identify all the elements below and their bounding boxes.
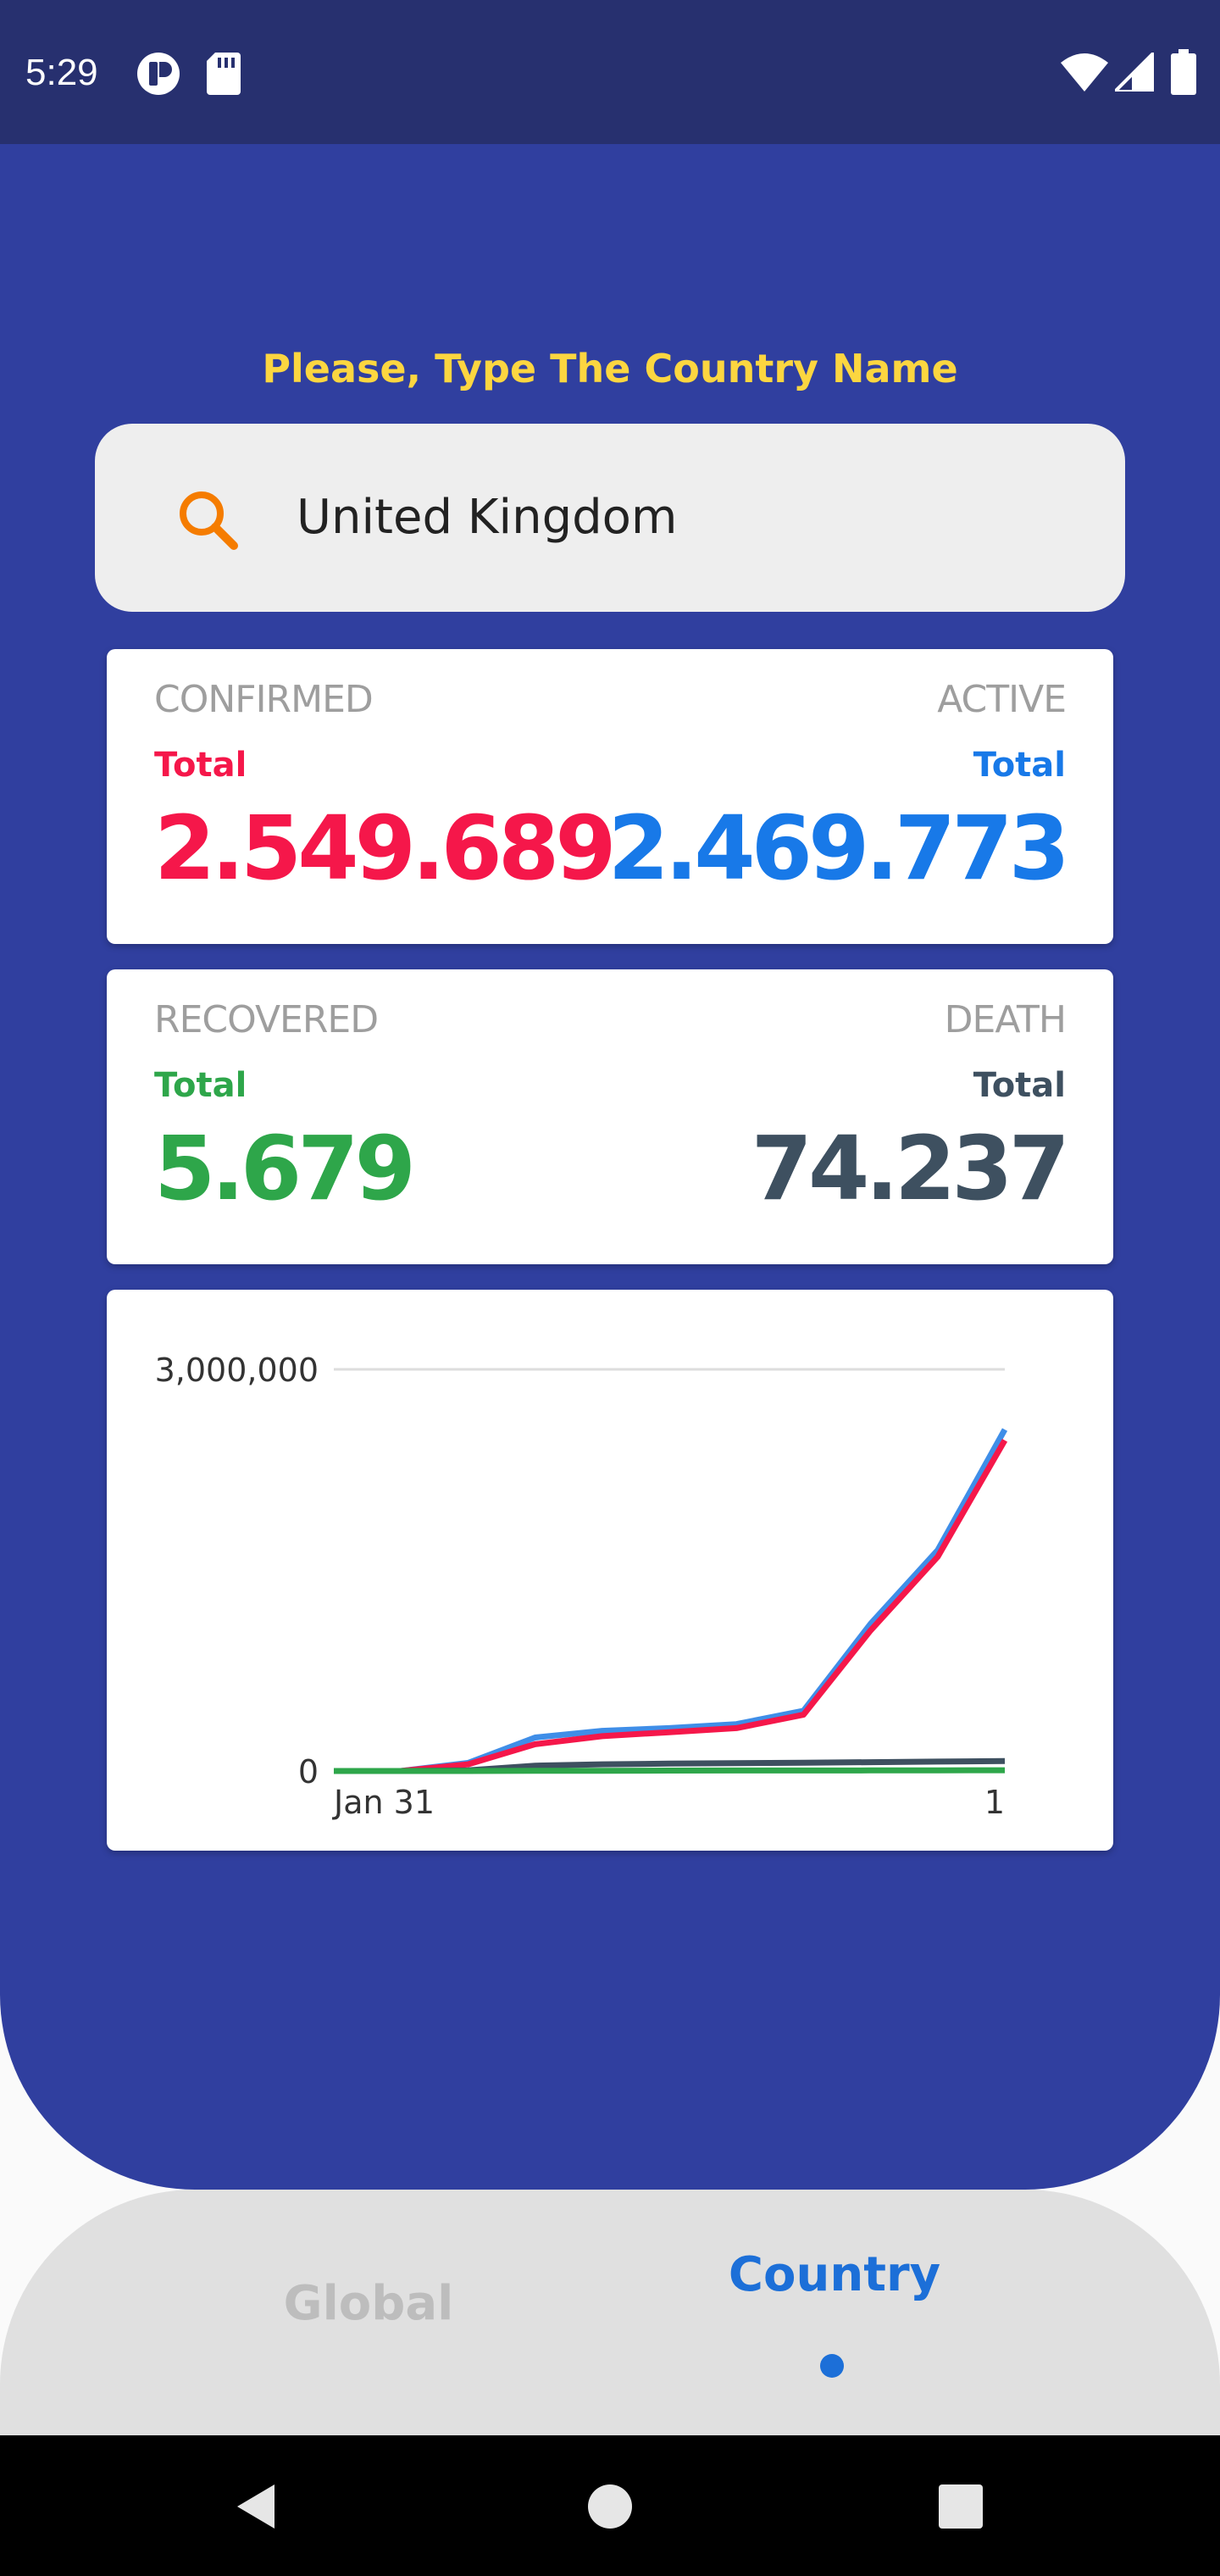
search-icon[interactable] bbox=[173, 485, 244, 556]
nav-tab-country[interactable]: Country bbox=[712, 2246, 957, 2305]
back-icon[interactable] bbox=[232, 2481, 278, 2532]
system-navigation-bar bbox=[0, 2435, 1220, 2576]
active-value: 2.469.773 bbox=[607, 797, 1070, 900]
x-tick-label-end: 1 bbox=[984, 1784, 1005, 1821]
battery-icon bbox=[1171, 49, 1196, 95]
chart-card: 3,000,000 0 Jan 31 1 bbox=[107, 1290, 1113, 1851]
death-label: DEATH bbox=[944, 998, 1067, 1041]
active-tab-indicator bbox=[820, 2354, 844, 2378]
cellular-signal-icon bbox=[1115, 53, 1154, 92]
app-notification-icon bbox=[137, 53, 180, 95]
status-time: 5:29 bbox=[25, 52, 98, 93]
wifi-icon bbox=[1061, 53, 1108, 92]
nav-tab-global[interactable]: Global bbox=[254, 2274, 483, 2334]
recovered-label: RECOVERED bbox=[154, 998, 379, 1041]
y-tick-label-min: 0 bbox=[298, 1753, 319, 1790]
cases-line-chart: 3,000,000 0 Jan 31 1 bbox=[155, 1352, 1008, 1821]
search-prompt: Please, Type The Country Name bbox=[262, 346, 958, 391]
recents-icon[interactable] bbox=[939, 2484, 983, 2529]
confirmed-value: 2.549.689 bbox=[154, 797, 617, 900]
confirmed-label: CONFIRMED bbox=[154, 678, 374, 721]
recovered-total-label: Total bbox=[154, 1066, 247, 1105]
confirmed-active-card: CONFIRMED ACTIVE Total Total 2.549.689 2… bbox=[107, 649, 1113, 944]
series-line-3 bbox=[334, 1767, 1006, 1774]
x-tick-label-start: Jan 31 bbox=[332, 1784, 435, 1821]
death-value: 74.237 bbox=[751, 1117, 1070, 1220]
y-tick-label-max: 3,000,000 bbox=[155, 1352, 319, 1389]
confirmed-total-label: Total bbox=[154, 746, 247, 785]
recovered-death-card: RECOVERED DEATH Total Total 5.679 74.237 bbox=[107, 969, 1113, 1264]
active-total-label: Total bbox=[973, 746, 1066, 785]
active-label: ACTIVE bbox=[937, 678, 1067, 721]
bottom-navigation: Global Country bbox=[0, 2190, 1220, 2435]
home-icon[interactable] bbox=[586, 2483, 634, 2530]
series-layer bbox=[334, 1428, 1008, 1774]
series-line-0 bbox=[334, 1428, 1008, 1774]
death-total-label: Total bbox=[973, 1066, 1066, 1105]
status-bar: 5:29 bbox=[0, 0, 1220, 144]
series-line-1 bbox=[334, 1438, 1008, 1774]
search-box[interactable] bbox=[95, 424, 1125, 612]
recovered-value: 5.679 bbox=[154, 1117, 416, 1220]
sd-card-icon bbox=[207, 53, 241, 95]
country-search-input[interactable] bbox=[297, 475, 1059, 559]
